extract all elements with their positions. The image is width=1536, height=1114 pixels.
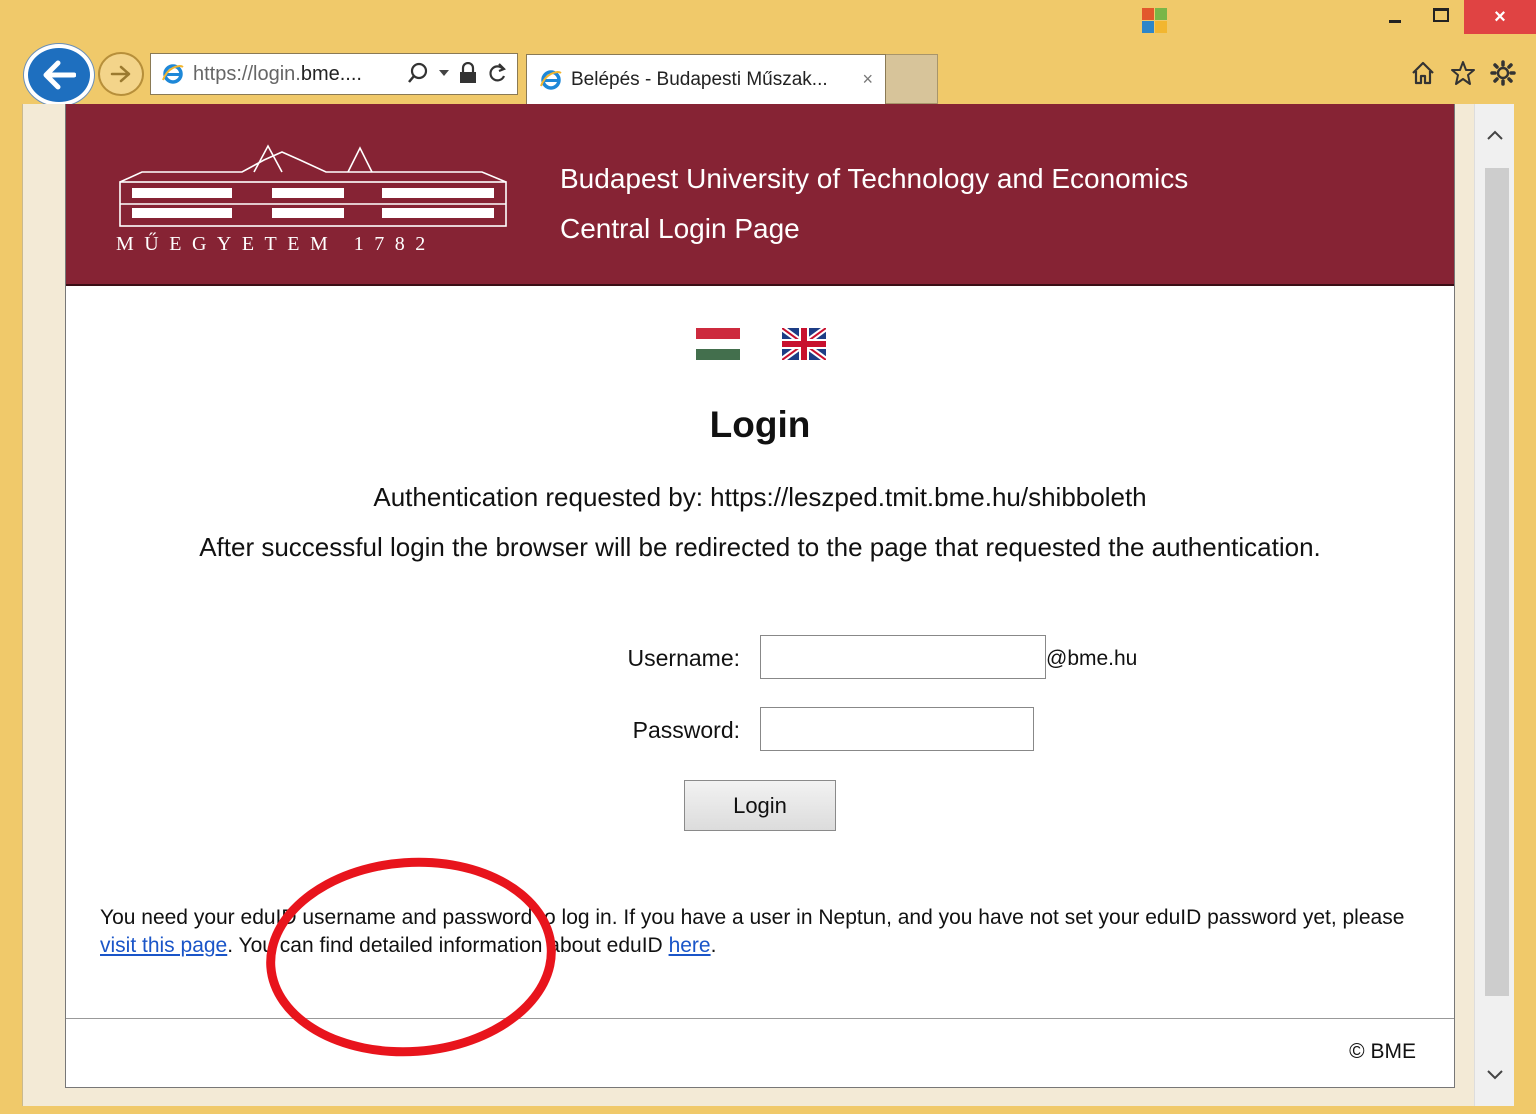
address-url: https://login.bme.... <box>193 62 362 85</box>
scroll-up-button[interactable] <box>1475 104 1515 166</box>
language-selector <box>696 328 826 360</box>
forward-arrow-icon <box>110 65 131 83</box>
back-button[interactable] <box>24 44 94 106</box>
username-input[interactable] <box>760 635 1046 679</box>
page-title: Login <box>709 404 811 445</box>
browser-tab-active[interactable]: Belépés - Budapesti Műszak... × <box>526 54 886 104</box>
tab-close-icon[interactable]: × <box>862 69 873 90</box>
header-page-name: Central Login Page <box>560 213 800 244</box>
dropdown-arrow-icon[interactable] <box>439 69 449 77</box>
eduid-info-link[interactable]: here <box>669 934 711 957</box>
password-input[interactable] <box>760 707 1034 751</box>
vertical-scrollbar[interactable] <box>1474 104 1514 1106</box>
scroll-down-button[interactable] <box>1475 1044 1515 1106</box>
password-label: Password: <box>632 717 740 743</box>
chevron-down-icon <box>1487 1070 1503 1080</box>
gear-icon[interactable] <box>1490 60 1516 86</box>
footer-copyright: © BME <box>1349 1040 1416 1063</box>
eduid-info: You need your eduID username and passwor… <box>100 906 1405 957</box>
logo-text: MŰEGYETEM 1782 <box>116 231 436 254</box>
search-icon[interactable] <box>407 62 429 84</box>
forward-button[interactable] <box>98 52 144 96</box>
scrollbar-thumb[interactable] <box>1485 168 1509 996</box>
redirect-note: After successful login the browser will … <box>199 532 1321 562</box>
lock-icon[interactable] <box>459 62 477 84</box>
visit-this-page-link[interactable]: visit this page <box>100 934 227 957</box>
authentication-requester: Authentication requested by: https://les… <box>373 482 1147 512</box>
maximize-button[interactable] <box>1418 0 1464 30</box>
window-close-button[interactable]: × <box>1464 0 1536 34</box>
browser-chrome: × https://login.bme.... Belépés - Budape… <box>0 0 1536 106</box>
login-button[interactable]: Login <box>684 780 836 831</box>
address-bar[interactable]: https://login.bme.... <box>150 53 518 95</box>
browser-toolbar-right <box>1410 60 1516 86</box>
minimize-button[interactable] <box>1372 0 1418 30</box>
ie-logo-icon <box>162 64 184 84</box>
header-university-name: Budapest University of Technology and Ec… <box>560 163 1189 194</box>
chevron-up-icon <box>1487 130 1503 140</box>
header-title: Budapest University of Technology and Ec… <box>560 154 1188 254</box>
tab-title: Belépés - Budapesti Műszak... <box>571 68 828 90</box>
home-icon[interactable] <box>1410 60 1436 86</box>
refresh-icon[interactable] <box>487 62 507 84</box>
hungarian-flag-icon[interactable] <box>696 328 740 360</box>
app-icon <box>1142 8 1167 33</box>
username-label: Username: <box>627 645 740 671</box>
uk-flag-icon[interactable] <box>782 328 826 360</box>
new-tab-button[interactable] <box>886 54 938 104</box>
site-header: MŰEGYETEM 1782 Budapest University of Te… <box>66 104 1454 286</box>
star-icon[interactable] <box>1450 60 1476 86</box>
ie-logo-icon <box>540 69 562 90</box>
footer-divider <box>66 1018 1454 1019</box>
username-domain-suffix: @bme.hu <box>1046 647 1138 670</box>
back-arrow-icon <box>43 60 76 90</box>
browser-viewport: MŰEGYETEM 1782 Budapest University of Te… <box>22 104 1514 1106</box>
login-page: MŰEGYETEM 1782 Budapest University of Te… <box>65 104 1455 1088</box>
window-controls: × <box>1142 0 1536 38</box>
university-logo: MŰEGYETEM 1782 <box>116 144 507 254</box>
